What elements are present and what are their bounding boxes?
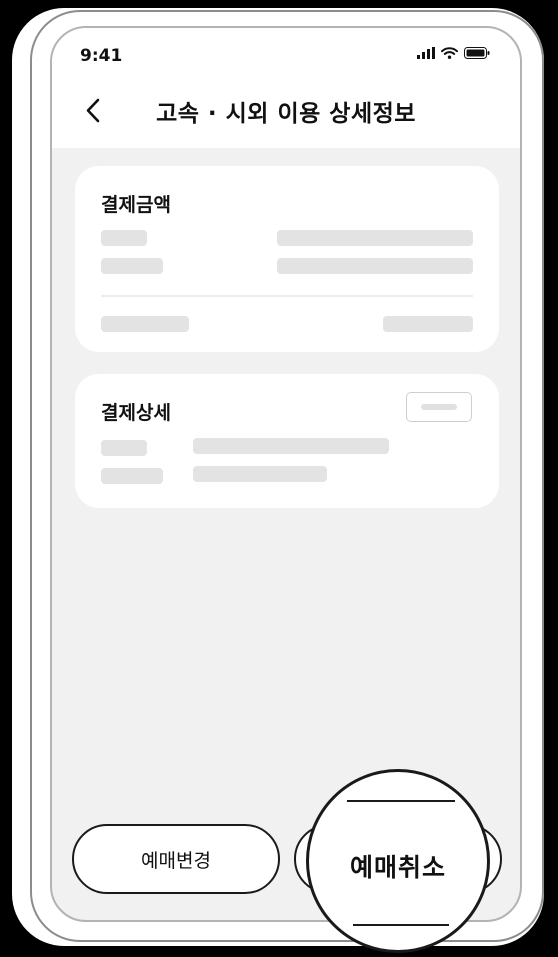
change-reservation-button[interactable]: 예매변경 [72, 824, 280, 894]
wifi-icon [441, 47, 458, 59]
placeholder-label [101, 468, 163, 484]
placeholder-label [101, 258, 163, 274]
cancel-reservation-button[interactable]: 예매취소 [306, 769, 490, 953]
payment-details-title: 결제상세 [101, 402, 171, 424]
magnifier-bottom-edge [353, 924, 449, 926]
status-time: 9:41 [80, 46, 123, 66]
battery-icon [464, 47, 490, 59]
placeholder-label [101, 440, 147, 456]
chip-placeholder [421, 404, 457, 410]
placeholder-total-label [101, 316, 189, 332]
placeholder-total-value [383, 316, 473, 332]
placeholder-value [193, 466, 327, 482]
status-icons [417, 47, 490, 59]
cancel-reservation-label: 예매취소 [349, 853, 446, 882]
placeholder-value [193, 438, 389, 454]
payment-amount-card: 결제금액 [75, 166, 499, 352]
payment-details-card: 결제상세 [75, 374, 499, 508]
cellular-signal-icon [417, 47, 435, 59]
placeholder-label [101, 230, 147, 246]
divider [101, 295, 473, 297]
placeholder-value [277, 230, 473, 246]
page-title: 고속 · 시외 이용 상세정보 [156, 101, 416, 127]
payment-amount-title: 결제금액 [101, 194, 171, 216]
placeholder-value [277, 258, 473, 274]
top-bar: 9:41 고속 · 시외 이용 상세정보 [52, 28, 520, 148]
receipt-chip[interactable] [406, 392, 472, 422]
magnifier-top-edge [347, 800, 455, 802]
change-reservation-label: 예매변경 [141, 849, 211, 872]
